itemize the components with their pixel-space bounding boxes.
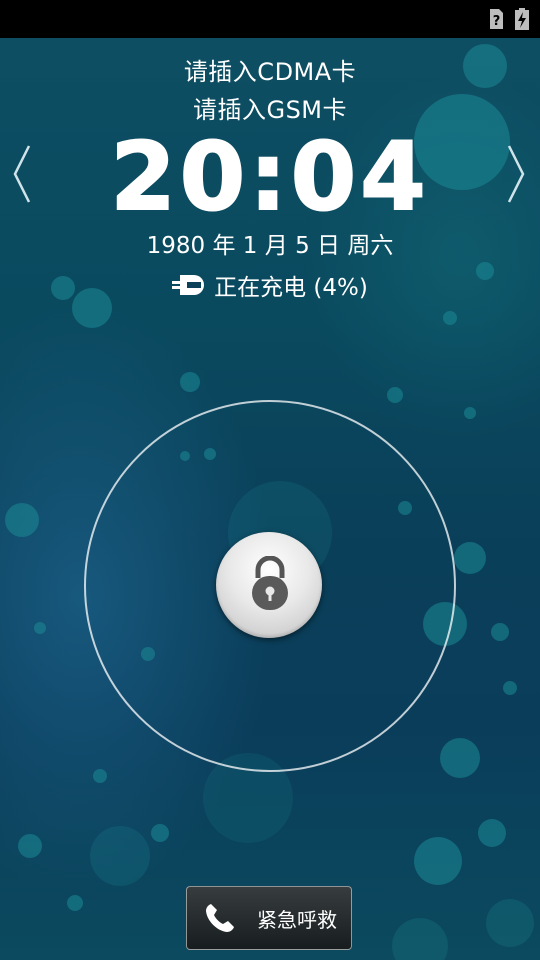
charging-label: 正在充电 (4%) — [214, 275, 368, 301]
unlock-handle[interactable] — [216, 532, 322, 638]
sim-missing-icon: ? — [490, 9, 503, 29]
carrier-message-gsm: 请插入GSM卡 — [192, 96, 348, 124]
charging-plug-icon — [172, 275, 205, 295]
status-bar: ? — [0, 0, 540, 38]
battery-charging-icon — [515, 8, 529, 30]
clock-time: 20:04 — [109, 123, 430, 232]
date-label: 1980 年 1 月 5 日 周六 — [146, 233, 394, 259]
svg-text:?: ? — [493, 14, 501, 29]
lock-icon — [252, 556, 288, 610]
emergency-call-button[interactable]: 紧急呼救 — [186, 886, 352, 950]
charging-status: 正在充电 (4%) — [0, 268, 540, 302]
emergency-call-label: 紧急呼救 — [257, 907, 337, 932]
phone-icon — [206, 904, 234, 932]
carrier-message-cdma: 请插入CDMA卡 — [183, 58, 357, 86]
